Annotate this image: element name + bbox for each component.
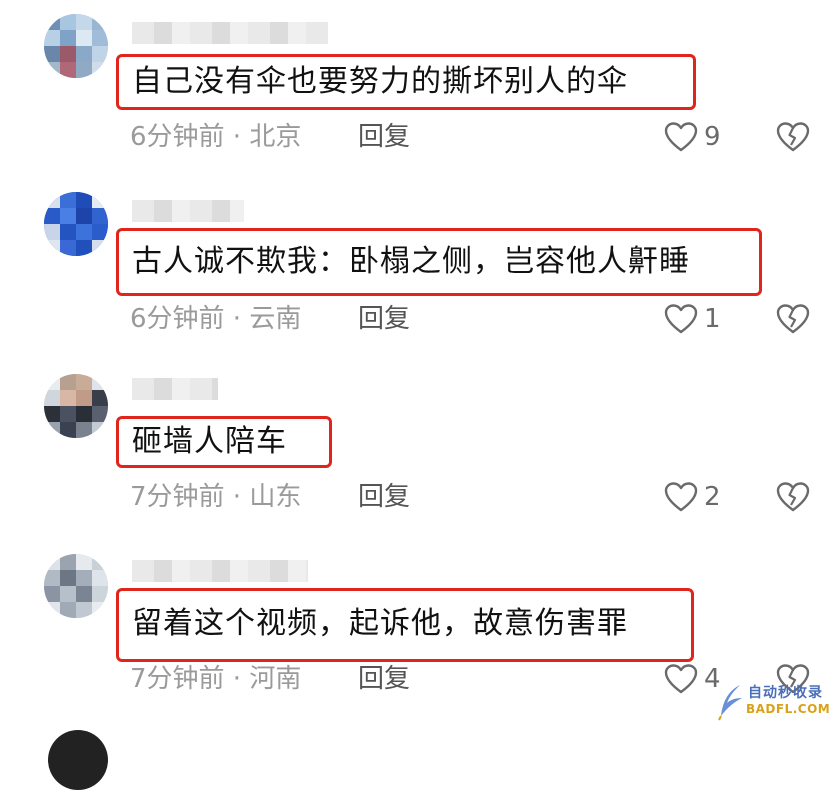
comment-meta: 6分钟前 · 北京	[130, 122, 302, 152]
heart-outline-icon	[664, 304, 698, 334]
like-button[interactable]: 4	[664, 662, 721, 696]
avatar[interactable]	[44, 374, 108, 438]
broken-heart-icon[interactable]	[776, 481, 810, 513]
avatar[interactable]	[44, 14, 108, 78]
watermark-domain: BADFL.COM	[746, 702, 831, 716]
reply-button[interactable]: 回复	[358, 662, 410, 696]
reply-button[interactable]: 回复	[358, 480, 410, 514]
comment-meta: 6分钟前 · 云南	[130, 304, 302, 334]
reply-button[interactable]: 回复	[358, 120, 410, 154]
comment-text: 自己没有伞也要努力的撕坏别人的伞	[132, 64, 628, 99]
avatar[interactable]	[44, 192, 108, 256]
username[interactable]	[132, 560, 308, 582]
comment-meta: 7分钟前 · 山东	[130, 482, 302, 512]
comment-item: 砸墙人陪车 7分钟前 · 山东 回复 2	[0, 360, 836, 540]
like-button[interactable]: 2	[664, 480, 721, 514]
avatar[interactable]	[44, 554, 108, 618]
avatar[interactable]	[48, 730, 108, 790]
username[interactable]	[132, 22, 328, 44]
like-count: 1	[704, 304, 721, 334]
broken-heart-icon[interactable]	[776, 303, 810, 335]
like-button[interactable]: 9	[664, 120, 721, 154]
like-button[interactable]: 1	[664, 302, 721, 336]
comment-meta: 7分钟前 · 河南	[130, 664, 302, 694]
like-count: 9	[704, 122, 721, 152]
watermark: 自动秒收录 BADFL.COM	[716, 680, 832, 724]
comment-item: 自己没有伞也要努力的撕坏别人的伞 6分钟前 · 北京 回复 9	[0, 0, 836, 180]
like-count: 2	[704, 482, 721, 512]
comment-item: 留着这个视频，起诉他，故意伤害罪 7分钟前 · 河南 回复 4	[0, 540, 836, 720]
heart-outline-icon	[664, 664, 698, 694]
comment-text: 留着这个视频，起诉他，故意伤害罪	[132, 606, 628, 641]
reply-button[interactable]: 回复	[358, 302, 410, 336]
heart-outline-icon	[664, 122, 698, 152]
username[interactable]	[132, 378, 218, 400]
username[interactable]	[132, 200, 244, 222]
comment-text: 古人诚不欺我：卧榻之侧，岂容他人鼾睡	[132, 244, 690, 279]
heart-outline-icon	[664, 482, 698, 512]
feather-logo-icon	[718, 685, 742, 721]
watermark-text: 自动秒收录	[748, 685, 823, 701]
comment-text: 砸墙人陪车	[132, 424, 287, 459]
broken-heart-icon[interactable]	[776, 121, 810, 153]
comment-item: 古人诚不欺我：卧榻之侧，岂容他人鼾睡 6分钟前 · 云南 回复 1	[0, 180, 836, 360]
